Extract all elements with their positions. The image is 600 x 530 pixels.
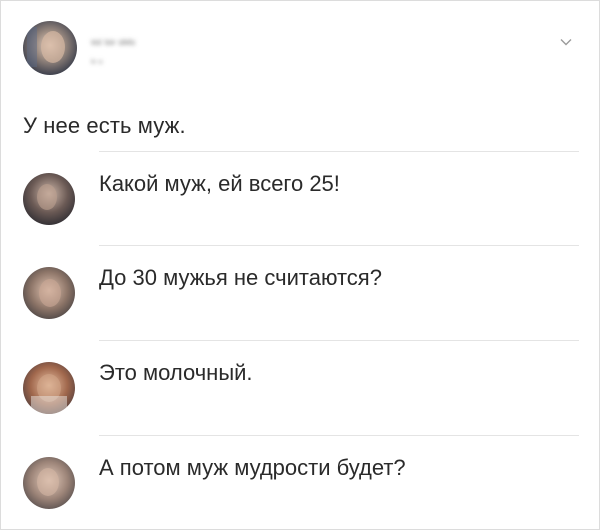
post-author-avatar[interactable]: [23, 21, 77, 75]
comment-text: Это молочный.: [99, 360, 253, 385]
comment-author-avatar[interactable]: [23, 362, 75, 414]
comment-item: А потом муж мудрости будет?: [23, 435, 579, 529]
post-header: ᵥᵤᵢ ᵢᵤᵥ ᵤᵢᵥᵢᵤ ᵢᵥ ᵤ: [23, 21, 579, 77]
post-author-name[interactable]: ᵥᵤᵢ ᵢᵤᵥ ᵤᵢᵥᵢᵤ: [91, 33, 241, 49]
comment-author-avatar[interactable]: [23, 173, 75, 225]
post-date[interactable]: ᵢᵥ ᵤ: [91, 55, 141, 67]
comment-text: Какой муж, ей всего 25!: [99, 171, 340, 196]
chevron-down-icon[interactable]: [559, 35, 573, 49]
comment-item: До 30 мужья не считаются?: [23, 245, 579, 339]
comment-text: А потом муж мудрости будет?: [99, 455, 406, 480]
comment-item: Это молочный.: [23, 340, 579, 434]
comment-text: До 30 мужья не считаются?: [99, 265, 382, 290]
post-card: ᵥᵤᵢ ᵢᵤᵥ ᵤᵢᵥᵢᵤ ᵢᵥ ᵤ У нее есть муж. Какой…: [0, 0, 600, 530]
comment-author-avatar[interactable]: [23, 457, 75, 509]
comment-author-avatar[interactable]: [23, 267, 75, 319]
comment-item: Какой муж, ей всего 25!: [23, 151, 579, 245]
post-text: У нее есть муж.: [23, 113, 186, 138]
